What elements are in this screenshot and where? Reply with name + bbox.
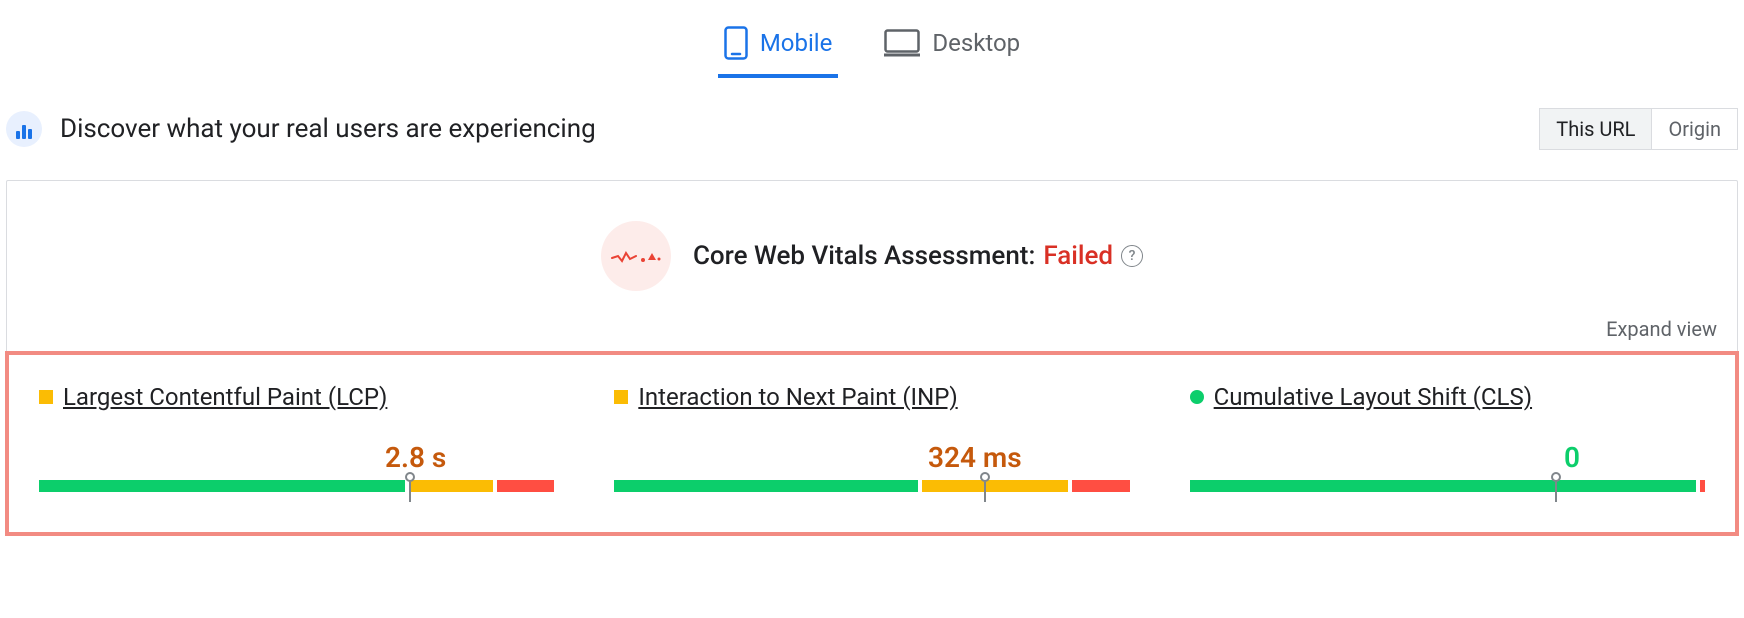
cls-value: 0 <box>1190 441 1705 474</box>
tab-desktop-label: Desktop <box>932 29 1020 57</box>
vitals-failed-icon <box>601 221 671 291</box>
inp-gauge <box>614 480 1129 492</box>
scope-this-url[interactable]: This URL <box>1540 109 1652 149</box>
inp-name[interactable]: Interaction to Next Paint (INP) <box>638 383 957 411</box>
tab-mobile-label: Mobile <box>760 29 833 57</box>
lcp-gauge <box>39 480 554 492</box>
metric-lcp: Largest Contentful Paint (LCP) 2.8 s <box>39 383 554 492</box>
metric-inp: Interaction to Next Paint (INP) 324 ms <box>614 383 1129 492</box>
section-header: Discover what your real users are experi… <box>0 78 1744 180</box>
metrics-row: Largest Contentful Paint (LCP) 2.8 s Int… <box>5 351 1739 536</box>
metric-cls: Cumulative Layout Shift (CLS) 0 <box>1190 383 1705 492</box>
mobile-icon <box>724 26 748 60</box>
help-icon[interactable]: ? <box>1121 245 1143 267</box>
cls-status-icon <box>1190 390 1204 404</box>
tab-desktop[interactable]: Desktop <box>878 12 1026 78</box>
section-title: Discover what your real users are experi… <box>60 114 596 144</box>
cls-name[interactable]: Cumulative Layout Shift (CLS) <box>1214 383 1532 411</box>
inp-value: 324 ms <box>614 441 1129 474</box>
scope-toggle: This URL Origin <box>1539 108 1738 150</box>
assessment-label: Core Web Vitals Assessment: <box>693 241 1035 271</box>
assessment-row: Core Web Vitals Assessment: Failed ? <box>7 221 1737 291</box>
lcp-name[interactable]: Largest Contentful Paint (LCP) <box>63 383 387 411</box>
expand-view-link[interactable]: Expand view <box>1606 317 1717 341</box>
vitals-card: Core Web Vitals Assessment: Failed ? Exp… <box>6 180 1738 535</box>
inp-status-icon <box>614 390 628 404</box>
chart-icon <box>6 111 42 147</box>
desktop-icon <box>884 29 920 57</box>
assessment-status: Failed <box>1043 241 1113 271</box>
scope-origin[interactable]: Origin <box>1652 109 1737 149</box>
lcp-status-icon <box>39 390 53 404</box>
tab-mobile[interactable]: Mobile <box>718 12 839 78</box>
device-tabs: Mobile Desktop <box>0 0 1744 78</box>
assessment-text: Core Web Vitals Assessment: Failed ? <box>693 241 1143 271</box>
lcp-value: 2.8 s <box>39 441 554 474</box>
cls-gauge <box>1190 480 1705 492</box>
